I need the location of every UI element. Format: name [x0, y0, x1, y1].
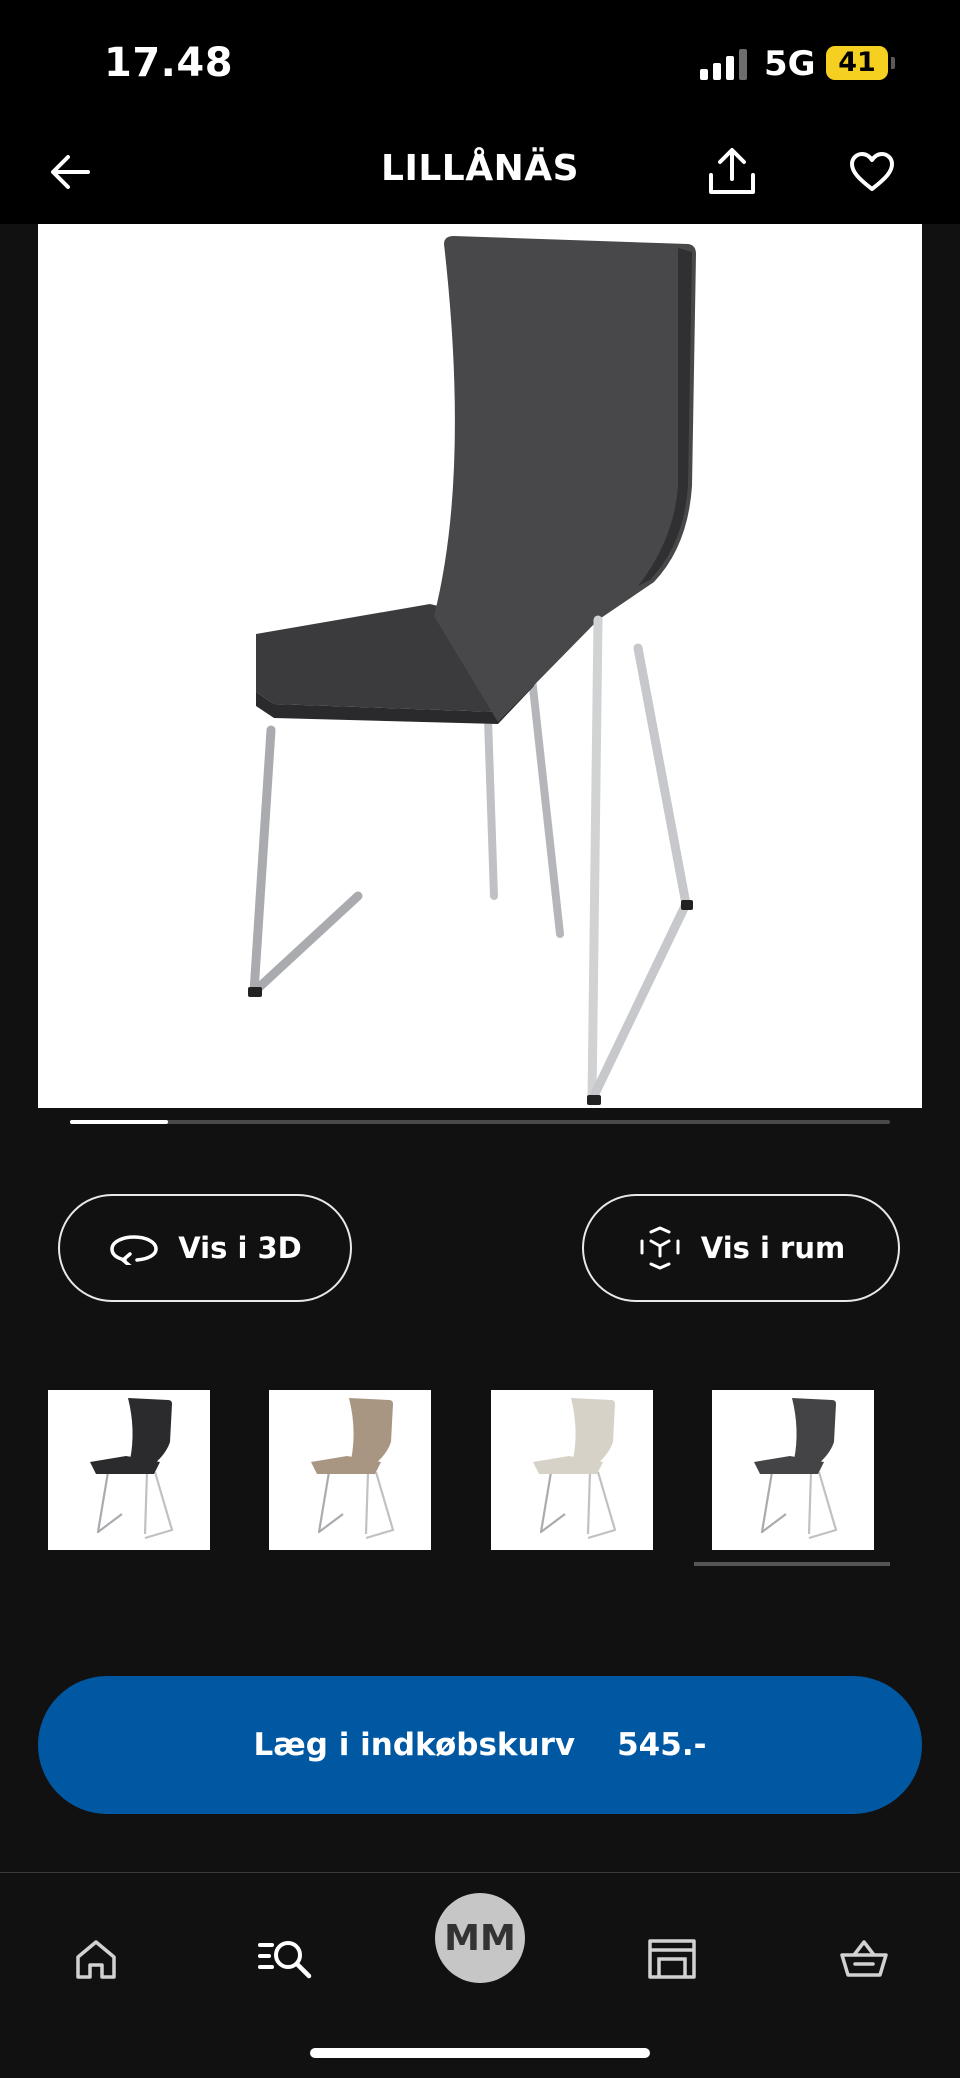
basket-icon — [840, 1940, 888, 1977]
status-bar: 17.48 5G 41 — [0, 0, 960, 120]
view-in-room-button[interactable]: Vis i rum — [582, 1194, 900, 1302]
share-button[interactable] — [706, 146, 758, 198]
signal-icon — [700, 48, 750, 80]
ar-cube-icon — [640, 1226, 680, 1270]
variant-thumbnail[interactable] — [491, 1390, 653, 1550]
view-in-room-label: Vis i rum — [700, 1231, 846, 1265]
add-to-cart-button[interactable]: Læg i indkøbskurv 545.- — [38, 1676, 922, 1814]
variant-thumbnail[interactable] — [712, 1390, 874, 1550]
favorite-button[interactable] — [846, 146, 898, 198]
price: 545.- — [617, 1727, 707, 1763]
nav-home[interactable] — [62, 1925, 130, 1993]
network-label: 5G — [764, 44, 816, 84]
selected-variant-indicator — [694, 1562, 890, 1566]
nav-stores[interactable] — [638, 1925, 706, 1993]
chair-thumbnail-icon — [90, 1398, 174, 1540]
profile-avatar[interactable]: MM — [435, 1893, 525, 1983]
view-3d-label: Vis i 3D — [178, 1231, 302, 1265]
home-indicator — [310, 2048, 650, 2058]
avatar-initials: MM — [444, 1917, 516, 1959]
share-icon — [709, 148, 755, 194]
page-title: LILLÅNÄS — [381, 148, 579, 189]
view-3d-button[interactable]: Vis i 3D — [58, 1194, 352, 1302]
rotate-3d-icon — [110, 1235, 158, 1265]
search-list-icon — [258, 1941, 312, 1979]
app-header: LILLÅNÄS — [0, 120, 960, 224]
chair-thumbnail-icon — [311, 1398, 395, 1540]
nav-search[interactable] — [252, 1925, 320, 1993]
store-icon — [648, 1939, 696, 1979]
chair-thumbnail-icon — [533, 1398, 617, 1540]
battery-icon: 41 — [826, 46, 888, 80]
chair-thumbnail-icon — [754, 1398, 838, 1540]
variant-thumbnail[interactable] — [48, 1390, 210, 1550]
carousel-progress — [70, 1120, 169, 1124]
image-carousel-indicator — [70, 1120, 890, 1124]
heart-icon — [850, 152, 894, 191]
variant-thumbnail[interactable] — [269, 1390, 431, 1550]
home-icon — [76, 1940, 116, 1979]
battery-tip — [891, 57, 895, 69]
chair-photo — [248, 236, 696, 1105]
product-image[interactable] — [38, 224, 922, 1108]
add-to-cart-label: Læg i indkøbskurv — [253, 1727, 576, 1763]
battery-level: 41 — [838, 47, 876, 78]
nav-basket[interactable] — [830, 1925, 898, 1993]
status-time: 17.48 — [104, 40, 234, 86]
